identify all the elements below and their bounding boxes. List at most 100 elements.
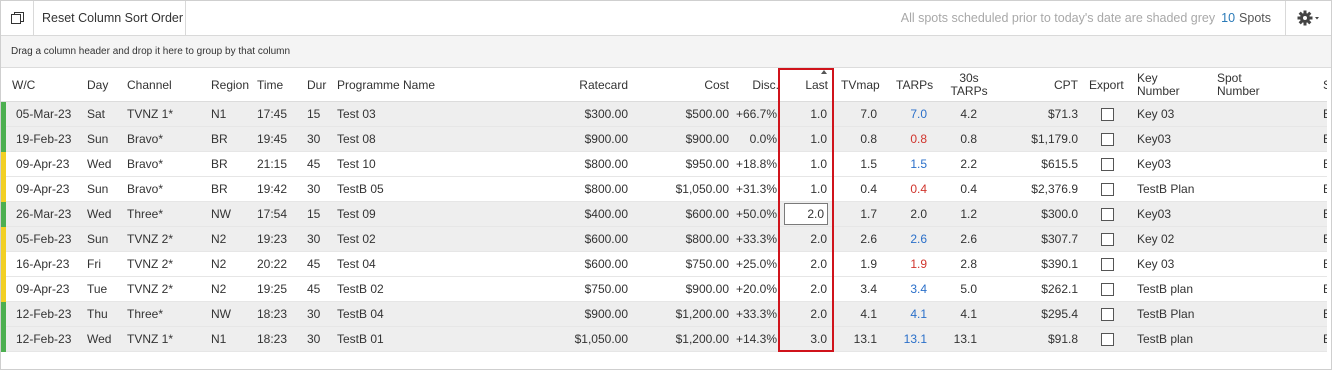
export-checkbox[interactable] [1101, 133, 1114, 146]
cell-last: 1.0 [810, 157, 827, 171]
cell-channel: Bravo* [127, 157, 164, 171]
cell-last: 1.0 [810, 182, 827, 196]
column-header-region[interactable]: Region [211, 68, 256, 102]
last-cell-editor[interactable]: 2.0 [784, 203, 828, 225]
table-row[interactable]: 05-Mar-23 Sat TVNZ 1* N1 17:45 15 Test 03 $300.… [1, 102, 1331, 127]
toolbar: Reset Column Sort Order All spots schedu… [1, 1, 1331, 36]
cell-tarps30: 4.1 [960, 307, 977, 321]
cell-tvmap: 1.5 [860, 157, 877, 171]
cell-wc: 12-Feb-23 [16, 307, 72, 321]
reset-column-sort-order-button[interactable]: Reset Column Sort Order [34, 1, 186, 35]
export-checkbox[interactable] [1101, 208, 1114, 221]
export-checkbox[interactable] [1101, 333, 1114, 346]
cell-tarps: 1.5 [910, 157, 927, 171]
column-header-cost[interactable]: Cost [641, 68, 729, 102]
cell-day: Wed [87, 157, 112, 171]
cell-spot [1217, 252, 1297, 277]
cell-cpt: $615.5 [1041, 157, 1078, 171]
column-header-programme-name[interactable]: Programme Name [337, 68, 467, 102]
cell-tarps: 2.0 [910, 207, 927, 221]
cell-ratecard: $800.00 [584, 182, 628, 196]
cell-tarps: 2.6 [910, 232, 927, 246]
column-header-spot-number[interactable]: Spot Number [1217, 68, 1287, 102]
cell-tarps: 13.1 [903, 332, 927, 346]
export-checkbox[interactable] [1101, 158, 1114, 171]
row-status-bar [1, 327, 6, 352]
cell-region: N2 [211, 232, 227, 246]
cell-cost: $500.00 [685, 107, 729, 121]
cell-cpt: $295.4 [1041, 307, 1078, 321]
cell-time: 19:42 [257, 182, 288, 196]
cell-spot [1217, 277, 1297, 302]
table-row[interactable]: 05-Feb-23 Sun TVNZ 2* N2 19:23 30 Test 02 $600.… [1, 227, 1331, 252]
cell-key: TestB plan [1137, 282, 1194, 296]
group-by-panel[interactable]: Drag a column header and drop it here to… [1, 36, 1331, 68]
column-header-tarps[interactable]: TARPs [896, 68, 941, 102]
copy-button[interactable] [1, 1, 34, 35]
cell-ratecard: $900.00 [584, 132, 628, 146]
table-row[interactable]: 19-Feb-23 Sun Bravo* BR 19:45 30 Test 08 $900.0… [1, 127, 1331, 152]
cell-disc: +20.0% [735, 282, 777, 296]
column-header-cpt[interactable]: CPT [1021, 68, 1078, 102]
table-row[interactable]: 09-Apr-23 Sun Bravo* BR 19:42 30 TestB 05 $800.… [1, 177, 1331, 202]
cell-tvmap: 0.8 [860, 132, 877, 146]
cell-tarps30: 4.2 [960, 107, 977, 121]
column-header-last[interactable]: Last [787, 68, 828, 102]
table-row[interactable]: 09-Apr-23 Tue TVNZ 2* N2 19:25 45 TestB 02 $750… [1, 277, 1331, 302]
cell-region: NW [211, 307, 231, 321]
cell-time: 19:45 [257, 132, 288, 146]
column-header-channel[interactable]: Channel [127, 68, 187, 102]
cell-dur: 30 [307, 232, 321, 246]
export-checkbox[interactable] [1101, 233, 1114, 246]
cell-last: 2.0 [810, 307, 827, 321]
cell-cpt: $262.1 [1041, 282, 1078, 296]
column-header-key-number[interactable]: Key Number [1137, 68, 1197, 102]
cell-tarps30: 1.2 [960, 207, 977, 221]
cell-programme: Test 10 [337, 157, 376, 171]
cell-channel: TVNZ 2* [127, 232, 174, 246]
row-status-bar [1, 177, 6, 202]
cell-disc: +25.0% [735, 257, 777, 271]
cell-tvmap: 2.6 [860, 232, 877, 246]
column-header-30s-tarps[interactable]: 30s TARPs [950, 68, 987, 102]
column-header-ratecard[interactable]: Ratecard [541, 68, 628, 102]
column-header-time[interactable]: Time [257, 68, 297, 102]
cell-day: Fri [87, 257, 101, 271]
cell-last: 2.0 [810, 257, 827, 271]
column-header-disc[interactable]: Disc. [736, 68, 779, 102]
cell-programme: Test 02 [337, 232, 376, 246]
cell-disc: +14.3% [735, 332, 777, 346]
cell-spot [1217, 127, 1297, 152]
cell-dur: 45 [307, 257, 321, 271]
cell-tarps: 1.9 [910, 257, 927, 271]
table-row[interactable]: 09-Apr-23 Wed Bravo* BR 21:15 45 Test 10 $800.0… [1, 152, 1331, 177]
settings-menu-button[interactable] [1285, 1, 1331, 35]
table-row[interactable]: 16-Apr-23 Fri TVNZ 2* N2 20:22 45 Test 04 $600.… [1, 252, 1331, 277]
column-header-export[interactable]: Export [1089, 68, 1131, 102]
export-checkbox[interactable] [1101, 108, 1114, 121]
column-header-dur[interactable]: Dur [307, 68, 335, 102]
cell-wc: 12-Feb-23 [16, 332, 72, 346]
table-row[interactable]: 26-Mar-23 Wed Three* NW 17:54 15 Test 09 $400.0… [1, 202, 1331, 227]
table-row[interactable]: 12-Feb-23 Thu Three* NW 18:23 30 TestB 04 $900.… [1, 302, 1331, 327]
cell-region: BR [211, 157, 228, 171]
spots-label: Spots [1239, 11, 1271, 25]
cell-ratecard: $400.00 [584, 207, 628, 221]
cell-programme: Test 08 [337, 132, 376, 146]
cell-last: 1.0 [810, 107, 827, 121]
cell-ratecard: $600.00 [584, 232, 628, 246]
cell-region: N2 [211, 282, 227, 296]
column-header-tvmap[interactable]: TVmap [841, 68, 886, 102]
cell-key: Key03 [1137, 157, 1172, 171]
export-checkbox[interactable] [1101, 283, 1114, 296]
table-row[interactable]: 12-Feb-23 Wed TVNZ 1* N1 18:23 30 TestB 01 $1,0… [1, 327, 1331, 352]
export-checkbox[interactable] [1101, 258, 1114, 271]
chevron-down-icon [1314, 17, 1319, 20]
vertical-scrollbar[interactable] [1327, 68, 1331, 352]
cell-cost: $800.00 [685, 232, 729, 246]
column-header-day[interactable]: Day [87, 68, 117, 102]
export-checkbox[interactable] [1101, 308, 1114, 321]
export-checkbox[interactable] [1101, 183, 1114, 196]
cell-tarps: 0.8 [910, 132, 927, 146]
column-header-wc[interactable]: W/C [12, 68, 52, 102]
